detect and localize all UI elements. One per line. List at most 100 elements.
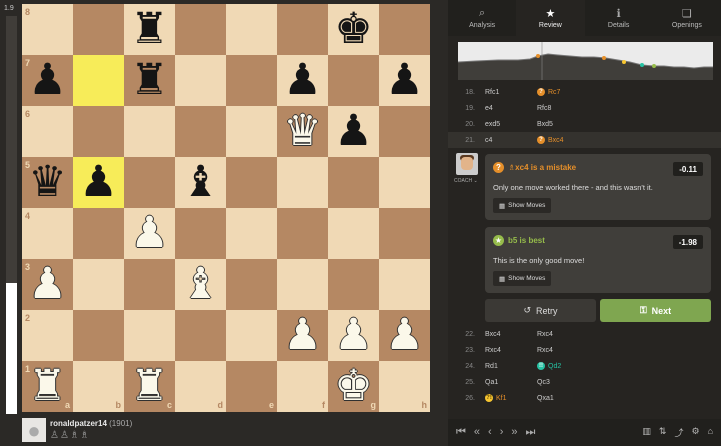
- square-f2[interactable]: ♟: [277, 310, 328, 361]
- square-e1[interactable]: e: [226, 361, 277, 412]
- square-b4[interactable]: [73, 208, 124, 259]
- square-g8[interactable]: ♚: [328, 4, 379, 55]
- square-g1[interactable]: g ♚: [328, 361, 379, 412]
- double-back-icon[interactable]: «: [474, 426, 480, 439]
- white-rook-piece[interactable]: ♜: [124, 361, 175, 412]
- square-g4[interactable]: [328, 208, 379, 259]
- black-move[interactable]: Rxc4: [537, 347, 553, 354]
- black-move[interactable]: Qc3: [537, 379, 550, 386]
- square-b6[interactable]: [73, 106, 124, 157]
- square-f8[interactable]: [277, 4, 328, 55]
- square-f5[interactable]: [277, 157, 328, 208]
- black-king-piece[interactable]: ♚: [328, 4, 379, 55]
- black-pawn-piece[interactable]: ♟: [22, 55, 73, 106]
- square-f3[interactable]: [277, 259, 328, 310]
- square-e6[interactable]: [226, 106, 277, 157]
- square-e5[interactable]: [226, 157, 277, 208]
- coach-selector[interactable]: COACH ⌄: [454, 178, 478, 184]
- square-f7[interactable]: ♟: [277, 55, 328, 106]
- square-a1[interactable]: 1 a ♜: [22, 361, 73, 412]
- square-c1[interactable]: c ♜: [124, 361, 175, 412]
- white-pawn-piece[interactable]: ♟: [124, 208, 175, 259]
- square-e2[interactable]: [226, 310, 277, 361]
- tab-openings[interactable]: ❏ Openings: [653, 0, 721, 36]
- white-move[interactable]: e4: [485, 105, 537, 112]
- tab-analysis[interactable]: ⌕ Analysis: [448, 0, 516, 36]
- square-e8[interactable]: [226, 4, 277, 55]
- player-name[interactable]: ronaldpatzer14 (1901): [50, 419, 132, 428]
- white-move[interactable]: ?! Kf1: [485, 394, 537, 402]
- square-c8[interactable]: ♜: [124, 4, 175, 55]
- square-c3[interactable]: [124, 259, 175, 310]
- square-c6[interactable]: [124, 106, 175, 157]
- last-move-icon[interactable]: ⏭: [526, 426, 536, 439]
- next-button[interactable]: ⚿ Next: [600, 299, 711, 322]
- black-bishop-piece[interactable]: ♝: [175, 157, 226, 208]
- coach-avatar[interactable]: [456, 153, 478, 175]
- white-move[interactable]: c4: [485, 137, 537, 144]
- square-b2[interactable]: [73, 310, 124, 361]
- square-b3[interactable]: [73, 259, 124, 310]
- square-f4[interactable]: [277, 208, 328, 259]
- square-a5[interactable]: 5 ♛: [22, 157, 73, 208]
- double-forward-icon[interactable]: »: [511, 426, 517, 439]
- black-queen-piece[interactable]: ♛: [22, 157, 73, 208]
- square-g3[interactable]: [328, 259, 379, 310]
- square-g5[interactable]: [328, 157, 379, 208]
- next-move-icon[interactable]: ›: [500, 426, 504, 439]
- square-c2[interactable]: [124, 310, 175, 361]
- square-e3[interactable]: [226, 259, 277, 310]
- square-h1[interactable]: h: [379, 361, 430, 412]
- white-move[interactable]: Rfc1: [485, 89, 537, 96]
- flip-board-icon[interactable]: ⇅: [659, 426, 667, 439]
- square-g2[interactable]: ♟: [328, 310, 379, 361]
- square-h6[interactable]: [379, 106, 430, 157]
- black-rook-piece[interactable]: ♜: [124, 4, 175, 55]
- black-pawn-piece[interactable]: ♟: [73, 157, 124, 208]
- white-move[interactable]: exd5: [485, 121, 537, 128]
- square-h2[interactable]: ♟: [379, 310, 430, 361]
- white-king-piece[interactable]: ♚: [328, 361, 379, 412]
- black-move[interactable]: Bxd5: [537, 121, 553, 128]
- square-a3[interactable]: 3 ♟: [22, 259, 73, 310]
- black-pawn-piece[interactable]: ♟: [328, 106, 379, 157]
- square-a2[interactable]: 2: [22, 310, 73, 361]
- black-move[interactable]: ? Bxc4: [537, 136, 564, 144]
- white-pawn-piece[interactable]: ♟: [22, 259, 73, 310]
- white-move[interactable]: Qa1: [485, 379, 537, 386]
- evaluation-graph[interactable]: [458, 42, 713, 80]
- square-a8[interactable]: 8: [22, 4, 73, 55]
- square-c7[interactable]: ♜: [124, 55, 175, 106]
- white-move[interactable]: Rxc4: [485, 347, 537, 354]
- square-c4[interactable]: ♟: [124, 208, 175, 259]
- settings-icon[interactable]: ⚙: [691, 426, 699, 439]
- show-moves-button[interactable]: ▦ Show Moves: [493, 271, 552, 286]
- square-h5[interactable]: [379, 157, 430, 208]
- white-queen-piece[interactable]: ♛: [277, 106, 328, 157]
- black-rook-piece[interactable]: ♜: [124, 55, 175, 106]
- black-move[interactable]: !! Qd2: [537, 362, 561, 370]
- square-c5[interactable]: [124, 157, 175, 208]
- previous-move-icon[interactable]: ‹: [488, 426, 492, 439]
- square-d2[interactable]: [175, 310, 226, 361]
- archive-icon[interactable]: ⌂: [708, 426, 713, 439]
- square-b8[interactable]: [73, 4, 124, 55]
- square-d1[interactable]: d: [175, 361, 226, 412]
- square-a7[interactable]: 7 ♟: [22, 55, 73, 106]
- square-f6[interactable]: ♛: [277, 106, 328, 157]
- white-move[interactable]: Bxc4: [485, 331, 537, 338]
- square-d4[interactable]: [175, 208, 226, 259]
- square-e7[interactable]: [226, 55, 277, 106]
- first-move-icon[interactable]: ⏮: [456, 426, 466, 439]
- bar-chart-icon[interactable]: ▥: [642, 426, 651, 439]
- square-h8[interactable]: [379, 4, 430, 55]
- share-icon[interactable]: ⤴: [674, 426, 683, 439]
- square-d6[interactable]: [175, 106, 226, 157]
- square-d3[interactable]: ♝: [175, 259, 226, 310]
- square-g6[interactable]: ♟: [328, 106, 379, 157]
- square-d7[interactable]: [175, 55, 226, 106]
- white-pawn-piece[interactable]: ♟: [379, 310, 430, 361]
- square-b7[interactable]: [73, 55, 124, 106]
- black-pawn-piece[interactable]: ♟: [379, 55, 430, 106]
- square-h3[interactable]: [379, 259, 430, 310]
